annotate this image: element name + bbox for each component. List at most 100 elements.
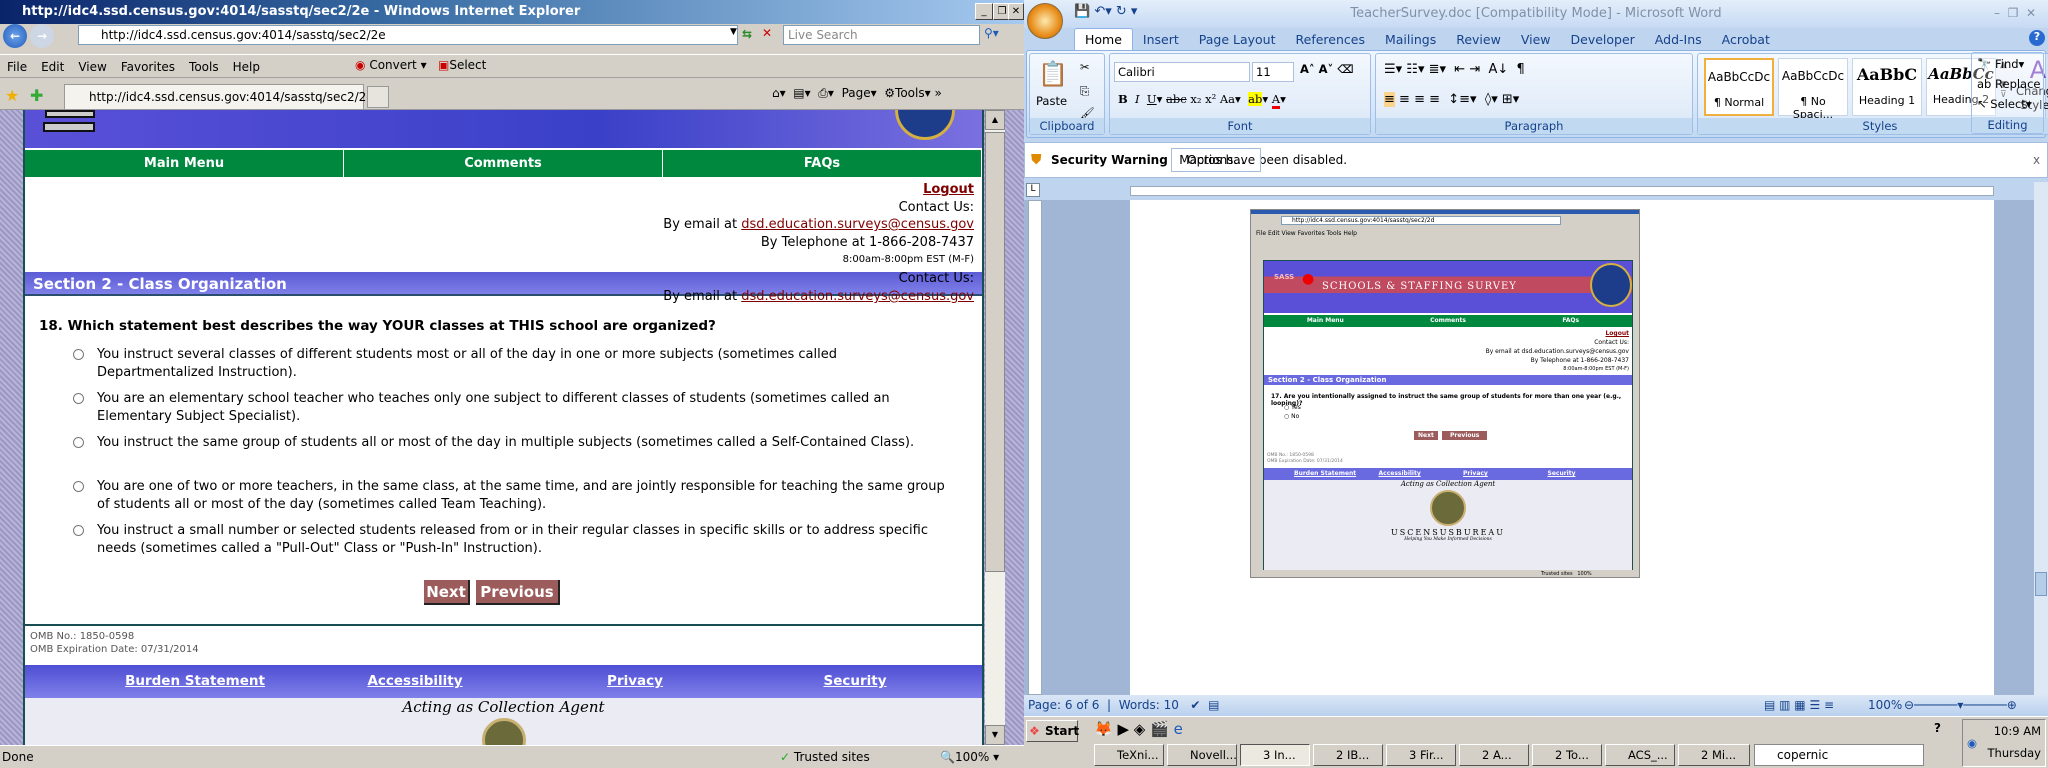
minimize-button[interactable]: _ xyxy=(975,3,993,20)
refresh-icon[interactable]: ⇆ xyxy=(742,27,752,41)
clapper-icon[interactable]: 🎬 xyxy=(1150,720,1169,738)
menu-file[interactable]: File xyxy=(0,55,34,79)
taskbar-texnic[interactable]: TeXni... xyxy=(1094,744,1164,766)
redo-icon[interactable]: ↻ xyxy=(1116,4,1127,19)
alignment-buttons[interactable]: ≡ ≡ ≡ ≡ ↕≡▾ ◊▾ ⊞▾ xyxy=(1384,92,1519,107)
tab-add-ins[interactable]: Add-Ins xyxy=(1645,29,1712,50)
window-controls[interactable]: – ❐ ✕ xyxy=(1994,6,2036,20)
option-departmentalized[interactable]: You instruct several classes of differen… xyxy=(69,346,949,382)
nav-faqs[interactable]: FAQs xyxy=(663,150,982,177)
scroll-thumb[interactable] xyxy=(985,132,1005,572)
menu-favorites[interactable]: Favorites xyxy=(114,55,182,79)
radio-button[interactable] xyxy=(73,349,84,360)
close-warning-icon[interactable]: x xyxy=(2033,143,2040,177)
new-tab-button[interactable] xyxy=(367,86,389,108)
scroll-thumb[interactable] xyxy=(2035,572,2047,596)
security-link[interactable]: Security xyxy=(745,665,965,698)
media-player-icon[interactable]: ▶ xyxy=(1117,720,1129,738)
email-link[interactable]: dsd.education.surveys@census.gov xyxy=(741,289,974,304)
address-bar[interactable]: http://idc4.ssd.census.gov:4014/sasstq/s… xyxy=(78,25,738,45)
proofing-icon[interactable]: ✔ xyxy=(1190,698,1200,712)
word-vertical-scrollbar[interactable] xyxy=(2034,182,2048,695)
tab-insert[interactable]: Insert xyxy=(1133,29,1189,50)
zoom-slider[interactable]: ⊖──────▾──────⊕ xyxy=(1904,695,2017,716)
zoom-level[interactable]: 100% xyxy=(1868,695,1902,716)
options-button[interactable]: Options... xyxy=(1171,148,1261,172)
view-buttons[interactable]: ▤ ▥ ▦ ☰ ≡ xyxy=(1764,695,1834,716)
tab-review[interactable]: Review xyxy=(1446,29,1511,50)
radio-button[interactable] xyxy=(73,525,84,536)
taskbar-word[interactable]: 2 Mi... xyxy=(1678,744,1750,766)
firefox-icon[interactable]: 🦊 xyxy=(1094,720,1113,738)
select-button[interactable]: ↖ Select▾ xyxy=(1977,97,2032,111)
cut-icon[interactable]: ✂ xyxy=(1080,60,1090,74)
help-icon[interactable]: ? xyxy=(2029,30,2045,46)
address-dropdown-icon[interactable]: ▼ xyxy=(730,27,737,37)
tab-developer[interactable]: Developer xyxy=(1561,29,1645,50)
taskbar-ie[interactable]: 3 In... xyxy=(1240,744,1310,766)
add-favorite-icon[interactable]: ✚ xyxy=(30,86,43,105)
tab-page-layout[interactable]: Page Layout xyxy=(1189,29,1286,50)
tab-selector[interactable]: L xyxy=(1026,183,1040,197)
home-icon[interactable]: ⌂▾ xyxy=(772,86,786,100)
paste-icon[interactable]: 📋 xyxy=(1038,60,1068,88)
list-indent-buttons[interactable]: ☰▾ ☷▾ ≣▾ ⇤ ⇥ A↓ ¶ xyxy=(1384,62,1525,77)
tab-references[interactable]: References xyxy=(1286,29,1375,50)
nav-main-menu[interactable]: Main Menu xyxy=(25,150,344,177)
print-icon[interactable]: ⎙▾ xyxy=(818,86,834,100)
replace-button[interactable]: ab Replace xyxy=(1977,77,2041,91)
zoom-control[interactable]: 🔍100% ▾ xyxy=(940,746,999,768)
back-button[interactable]: ← xyxy=(3,24,27,48)
privacy-link[interactable]: Privacy xyxy=(525,665,745,698)
office-button[interactable] xyxy=(1027,3,1063,39)
style-no-spacing[interactable]: AaBbCcDc ¶ No Spaci... xyxy=(1778,58,1848,121)
close-button[interactable]: ✕ xyxy=(1008,3,1024,20)
undo-icon[interactable]: ↶▾ xyxy=(1094,4,1111,19)
tab-view[interactable]: View xyxy=(1511,29,1561,50)
convert-button[interactable]: ◉ Convert ▾ xyxy=(355,58,427,72)
accessibility-link[interactable]: Accessibility xyxy=(305,665,525,698)
option-self-contained[interactable]: You instruct the same group of students … xyxy=(69,434,949,452)
menu-help[interactable]: Help xyxy=(226,55,267,79)
taskbar-to[interactable]: 2 To... xyxy=(1532,744,1602,766)
select-button[interactable]: ▣Select xyxy=(438,58,486,72)
scroll-up-button[interactable]: ▲ xyxy=(985,110,1005,130)
logout-link[interactable]: Logout xyxy=(923,182,974,197)
tools-menu[interactable]: Tools xyxy=(895,86,925,100)
copernic-search[interactable]: copernic xyxy=(1754,744,1924,766)
font-size-box[interactable]: 11 xyxy=(1252,62,1294,82)
email-link[interactable]: dsd.education.surveys@census.gov xyxy=(741,217,974,232)
browser-tab[interactable]: http://idc4.ssd.census.gov:4014/sasstq/s… xyxy=(64,84,374,109)
tab-mailings[interactable]: Mailings xyxy=(1375,29,1446,50)
paste-button[interactable]: Paste xyxy=(1036,94,1067,108)
taskbar-acs[interactable]: ACS_... xyxy=(1605,744,1675,766)
style-normal[interactable]: AaBbCcDc ¶ Normal xyxy=(1704,58,1774,116)
start-button[interactable]: ❖ Start xyxy=(1026,720,1079,742)
search-icon[interactable]: ⚲▾ xyxy=(984,26,999,40)
tab-home[interactable]: Home xyxy=(1074,28,1133,50)
macro-record-icon[interactable]: ▤ xyxy=(1208,698,1219,712)
document-page[interactable]: http://idc4.ssd.census.gov:4014/sasstq/s… xyxy=(1130,200,1994,695)
ie-icon[interactable]: e xyxy=(1174,720,1183,738)
grow-shrink-font-icons[interactable]: A˄ A˅ ⌫ xyxy=(1300,62,1354,76)
style-heading-1[interactable]: AaBbC Heading 1 xyxy=(1852,58,1922,116)
option-subject-specialist[interactable]: You are an elementary school teacher who… xyxy=(69,390,949,426)
feeds-icon[interactable]: ▤▾ xyxy=(793,86,810,100)
previous-button[interactable]: Previous xyxy=(476,580,560,605)
radio-button[interactable] xyxy=(73,481,84,492)
option-team-teaching[interactable]: You are one of two or more teachers, in … xyxy=(69,478,949,514)
page-count[interactable]: Page: 6 of 6 xyxy=(1024,698,1099,712)
vertical-scrollbar[interactable]: ▲ ▼ xyxy=(985,110,1005,745)
radio-button[interactable] xyxy=(73,393,84,404)
taskbar-firefox[interactable]: 3 Fir... xyxy=(1386,744,1456,766)
burden-statement-link[interactable]: Burden Statement xyxy=(85,665,305,698)
save-icon[interactable]: 💾 xyxy=(1074,4,1090,19)
embedded-screenshot[interactable]: http://idc4.ssd.census.gov:4014/sasstq/s… xyxy=(1250,209,1640,578)
next-button[interactable]: Next xyxy=(424,580,470,605)
menu-tools[interactable]: Tools xyxy=(182,55,226,79)
favorites-star-icon[interactable]: ★ xyxy=(5,86,19,105)
find-button[interactable]: 🔭 Find▾ xyxy=(1977,57,2024,71)
font-name-box[interactable]: Calibri xyxy=(1114,62,1250,82)
nav-comments[interactable]: Comments xyxy=(344,150,663,177)
option-pull-out[interactable]: You instruct a small number or selected … xyxy=(69,522,949,558)
